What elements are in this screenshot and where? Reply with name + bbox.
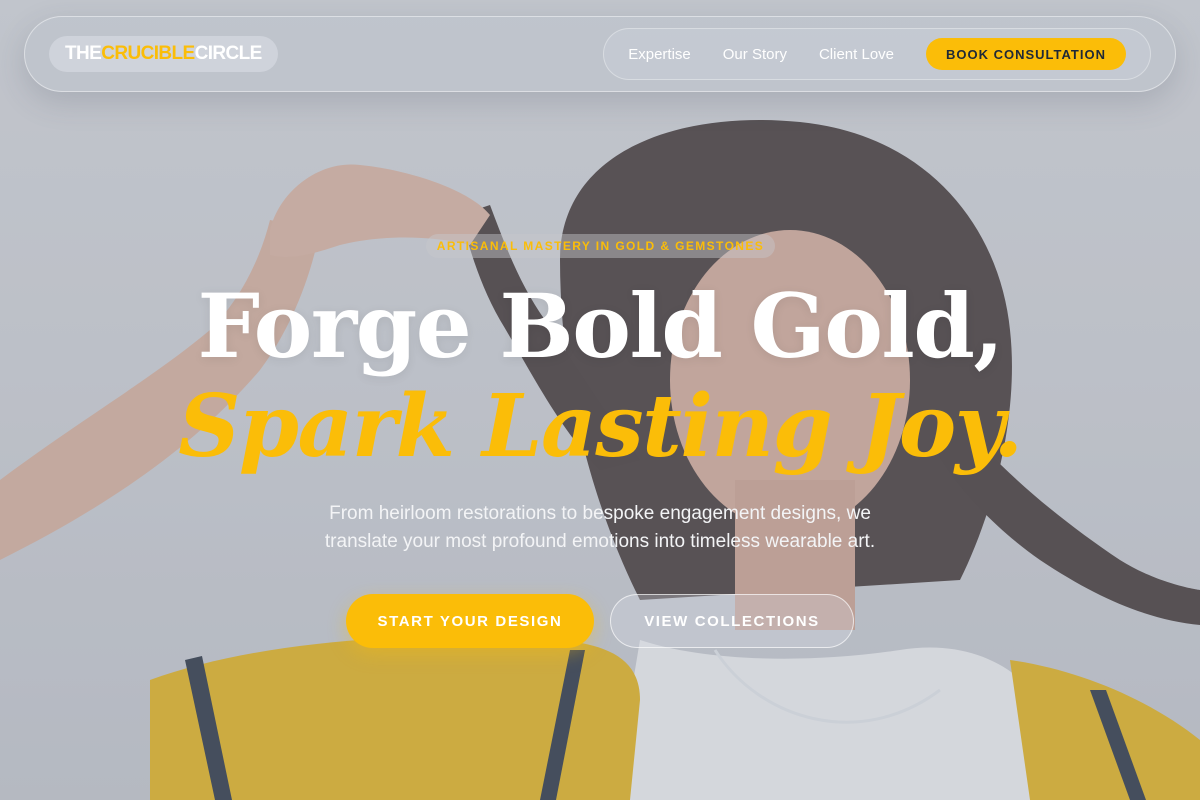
hero-eyebrow-badge: ARTISANAL MASTERY IN GOLD & GEMSTONES bbox=[426, 234, 775, 258]
hero-headline-accent: Spark Lasting Joy. bbox=[178, 376, 1023, 477]
nav-menu: Expertise Our Story Client Love BOOK CON… bbox=[603, 28, 1151, 80]
book-consultation-button[interactable]: BOOK CONSULTATION bbox=[926, 38, 1126, 70]
top-navbar: THE CRUCIBLE CIRCLE Expertise Our Story … bbox=[24, 16, 1176, 92]
hero-headline: Forge Bold Gold, bbox=[197, 274, 1005, 378]
brand-logo[interactable]: THE CRUCIBLE CIRCLE bbox=[49, 36, 278, 72]
logo-text-the: THE bbox=[65, 43, 102, 64]
logo-text-circle: CIRCLE bbox=[194, 43, 263, 64]
nav-link-our-story[interactable]: Our Story bbox=[723, 46, 787, 63]
nav-link-expertise[interactable]: Expertise bbox=[628, 46, 691, 63]
nav-link-client-love[interactable]: Client Love bbox=[819, 46, 894, 63]
start-your-design-button[interactable]: START YOUR DESIGN bbox=[346, 594, 594, 648]
hero-subtext: From heirloom restorations to bespoke en… bbox=[270, 500, 930, 556]
hero-subtext-line-2: translate your most profound emotions in… bbox=[324, 531, 876, 552]
logo-text-crucible: CRUCIBLE bbox=[101, 43, 195, 64]
view-collections-button[interactable]: VIEW COLLECTIONS bbox=[610, 594, 854, 648]
hero-subtext-line-1: From heirloom restorations to bespoke en… bbox=[329, 503, 871, 524]
